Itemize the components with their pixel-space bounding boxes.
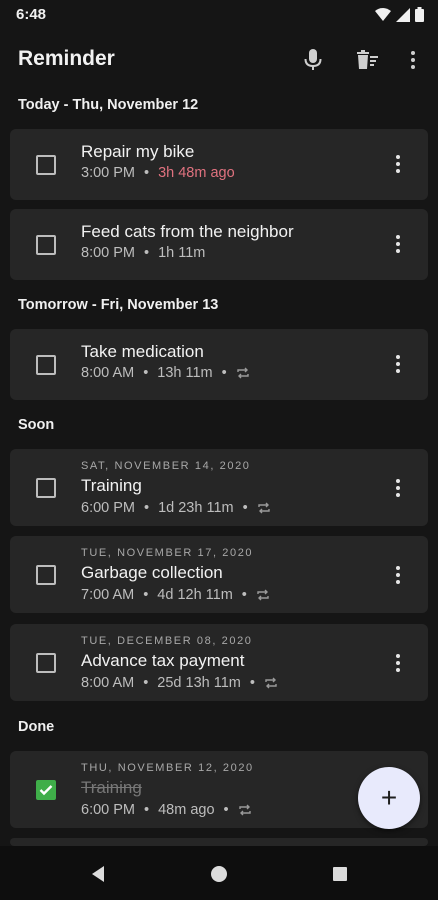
task-card[interactable]: Feed cats from the neighbor 8:00 PM • 1h… [10,209,428,280]
repeat-icon [238,804,251,816]
task-card[interactable]: SAT, NOVEMBER 14, 2020 Training 6:00 PM … [10,449,428,526]
task-time: 6:00 PM [81,500,135,516]
task-menu-icon[interactable] [388,476,408,500]
task-date-label: TUE, NOVEMBER 17, 2020 [81,547,254,559]
clear-done-icon[interactable] [352,45,382,75]
task-time: 8:00 AM [81,675,135,691]
task-relative-time: 4d 12h 11m [157,587,233,603]
mic-icon[interactable] [298,45,328,75]
task-meta: 8:00 PM • 1h 11m [81,245,206,261]
task-time: 6:00 PM [81,802,135,818]
task-time: 7:00 AM [81,587,135,603]
task-title: Repair my bike [81,142,195,161]
task-title: Garbage collection [81,563,223,582]
task-date-label: SAT, NOVEMBER 14, 2020 [81,460,251,472]
repeat-icon [237,367,249,379]
task-checkbox[interactable] [36,235,56,255]
task-title: Advance tax payment [81,651,245,670]
section-header-done: Done [18,719,55,735]
task-card-partial [10,838,428,846]
task-checkbox[interactable] [36,565,56,585]
task-meta: 7:00 AM • 4d 12h 11m • [81,587,270,603]
task-card[interactable]: Take medication 8:00 AM • 13h 11m • [10,329,428,400]
task-checkbox[interactable] [36,355,56,375]
task-checkbox[interactable] [36,155,56,175]
task-relative-time: 1d 23h 11m [158,500,234,516]
task-menu-icon[interactable] [388,152,408,176]
task-relative-time: 13h 11m [157,365,213,381]
status-time: 6:48 [16,6,47,23]
app-bar: Reminder [0,30,438,90]
task-title: Training [81,476,142,495]
plus-icon: + [380,782,398,813]
task-time: 8:00 PM [81,245,135,261]
more-vert-icon[interactable] [398,45,428,75]
task-menu-icon[interactable] [388,232,408,256]
check-icon [39,785,53,796]
task-meta: 6:00 PM • 1d 23h 11m • [81,500,271,516]
task-meta: 6:00 PM • 48m ago • [81,802,252,818]
task-card[interactable]: TUE, NOVEMBER 17, 2020 Garbage collectio… [10,536,428,613]
section-header-soon: Soon [18,417,55,433]
task-card[interactable]: TUE, DECEMBER 08, 2020 Advance tax payme… [10,624,428,701]
task-relative-time: 48m ago [158,802,215,818]
task-menu-icon[interactable] [388,352,408,376]
task-checkbox-checked[interactable] [36,780,56,800]
status-bar: 6:48 [0,0,438,30]
wifi-icon [375,7,391,21]
back-icon[interactable] [84,860,112,888]
add-reminder-button[interactable]: + [358,767,420,829]
task-meta: 8:00 AM • 13h 11m • [81,365,250,381]
task-title: Training [81,778,142,797]
task-relative-time: 25d 13h 11m [157,675,241,691]
task-menu-icon[interactable] [388,563,408,587]
section-header-tomorrow: Tomorrow - Fri, November 13 [18,297,219,313]
task-date-label: THU, NOVEMBER 12, 2020 [81,762,254,774]
task-card[interactable]: Repair my bike 3:00 PM • 3h 48m ago [10,129,428,200]
repeat-icon [265,677,277,689]
task-menu-icon[interactable] [388,651,408,675]
task-checkbox[interactable] [36,478,56,498]
recents-icon[interactable] [326,860,354,888]
repeat-icon [257,589,269,601]
task-title: Feed cats from the neighbor [81,222,294,241]
task-checkbox[interactable] [36,653,56,673]
home-icon[interactable] [205,860,233,888]
task-time: 8:00 AM [81,365,135,381]
system-nav-bar [0,846,438,900]
task-relative-time: 1h 11m [158,245,206,261]
task-relative-time: 3h 48m ago [158,165,235,181]
battery-icon [415,7,424,22]
section-header-today: Today - Thu, November 12 [18,97,199,113]
task-title: Take medication [81,342,204,361]
task-time: 3:00 PM [81,165,135,181]
repeat-icon [257,502,270,514]
task-meta: 8:00 AM • 25d 13h 11m • [81,675,278,691]
page-title: Reminder [18,47,115,70]
task-meta: 3:00 PM • 3h 48m ago [81,165,235,181]
task-date-label: TUE, DECEMBER 08, 2020 [81,635,253,647]
signal-icon [396,7,410,22]
